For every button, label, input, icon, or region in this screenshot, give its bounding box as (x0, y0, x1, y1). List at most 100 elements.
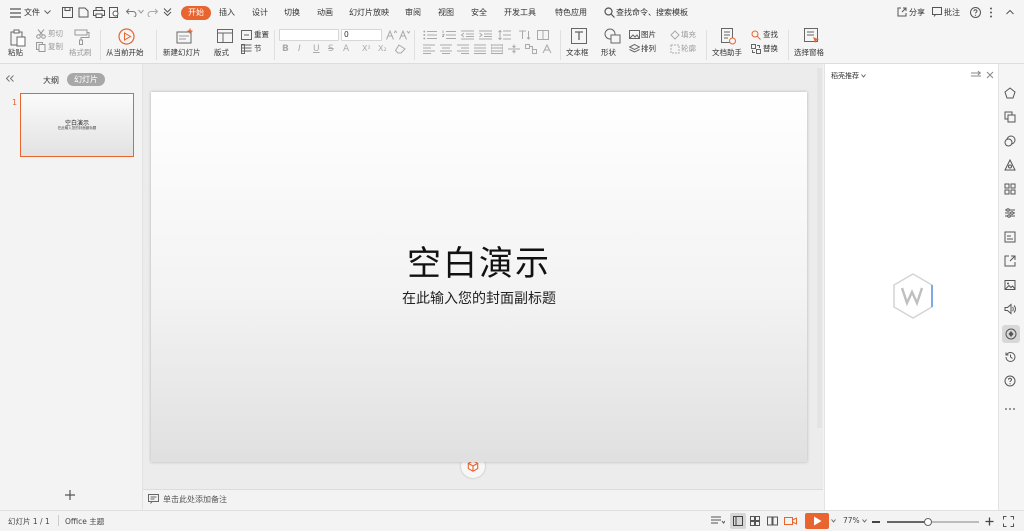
slide-sorter-icon[interactable] (750, 516, 760, 526)
font-size-combo[interactable]: 0 (341, 29, 382, 41)
undo-icon[interactable] (126, 7, 138, 19)
tab-insert[interactable]: 插入 (219, 6, 235, 20)
vertical-scrollbar[interactable] (817, 68, 822, 428)
paste-button[interactable]: 粘贴 (8, 48, 23, 58)
cut-button[interactable]: 剪切 (48, 29, 63, 39)
align-left-icon[interactable] (423, 44, 435, 54)
bold-icon[interactable]: B (282, 44, 289, 54)
doc-assistant-icon[interactable] (721, 28, 736, 45)
print-preview-icon[interactable] (109, 7, 121, 19)
decrease-font-icon[interactable] (399, 30, 410, 40)
help-icon[interactable] (970, 7, 982, 19)
chevron-down-icon[interactable] (862, 519, 867, 523)
underline-icon[interactable]: U (313, 44, 320, 54)
layout-button[interactable]: 版式 (214, 48, 229, 58)
section-icon[interactable] (241, 44, 252, 54)
slide-thumbnail[interactable]: 空白演示 在此输入您的封面副标题 (20, 93, 134, 157)
customize-toolbar-icon[interactable] (163, 7, 175, 19)
audio-icon[interactable] (1004, 303, 1018, 317)
file-menu[interactable]: 文件 (24, 6, 40, 20)
help-icon[interactable] (1004, 375, 1018, 389)
strikethrough-icon[interactable]: S (328, 44, 334, 54)
tab-view[interactable]: 视图 (438, 6, 454, 20)
settings-sliders-icon[interactable] (1004, 207, 1018, 221)
tab-slideshow[interactable]: 幻灯片放映 (349, 6, 389, 20)
camera-icon[interactable] (784, 516, 797, 526)
command-search[interactable]: 查找命令、搜索模板 (616, 6, 688, 20)
tab-review[interactable]: 审阅 (405, 6, 421, 20)
fill-icon[interactable] (670, 30, 680, 40)
tab-developer[interactable]: 开发工具 (504, 6, 536, 20)
collapse-pane-icon[interactable] (6, 75, 14, 82)
decrease-indent-icon[interactable] (461, 30, 474, 40)
text-effect-icon[interactable] (542, 44, 554, 54)
font-name-combo[interactable] (279, 29, 339, 41)
zoom-slider-thumb[interactable] (924, 517, 933, 526)
shape-button[interactable]: 形状 (601, 48, 616, 58)
line-spacing-icon[interactable] (498, 30, 511, 40)
scissors-icon[interactable] (36, 29, 46, 39)
find-icon[interactable] (751, 30, 761, 40)
tab-home[interactable]: 开始 (181, 6, 211, 20)
redo-icon[interactable] (147, 7, 159, 19)
arrange-icon[interactable] (629, 44, 640, 54)
tab-design[interactable]: 设计 (252, 6, 268, 20)
object-property-icon[interactable] (1004, 111, 1018, 125)
doc-assistant-button[interactable]: 文档助手 (712, 48, 742, 58)
zoom-slider[interactable] (887, 517, 979, 526)
close-icon[interactable] (986, 71, 994, 79)
shape-style-icon[interactable] (1004, 87, 1018, 101)
replace-button[interactable]: 替换 (763, 44, 778, 54)
pin-panel-icon[interactable] (971, 71, 981, 79)
smart-art-icon[interactable] (525, 44, 537, 54)
theme-name[interactable]: Office 主题 (65, 516, 104, 527)
fit-window-icon[interactable] (1003, 516, 1014, 527)
tab-security[interactable]: 安全 (471, 6, 487, 20)
hamburger-icon[interactable] (10, 8, 22, 20)
more-options-icon[interactable] (989, 7, 1001, 19)
animation-icon[interactable] (1004, 135, 1018, 149)
selection-pane-button[interactable]: 选择窗格 (794, 48, 824, 58)
play-from-current-button[interactable]: 从当前开始 (106, 48, 144, 58)
image-icon[interactable] (1004, 279, 1018, 293)
outline-button[interactable]: 轮廓 (681, 44, 696, 54)
align-right-icon[interactable] (457, 44, 469, 54)
notes-toggle-icon[interactable] (711, 516, 725, 526)
replace-icon[interactable] (751, 44, 761, 54)
comment-button[interactable]: 批注 (944, 6, 960, 20)
play-slideshow-button[interactable] (805, 513, 829, 529)
tab-slides[interactable]: 幻灯片 (67, 73, 105, 86)
arrange-button[interactable]: 排列 (641, 44, 656, 54)
textbox-icon[interactable] (571, 28, 587, 44)
align-center-icon[interactable] (440, 44, 452, 54)
zoom-in-icon[interactable] (985, 517, 994, 526)
slide-title[interactable]: 空白演示 (151, 236, 807, 285)
tab-transition[interactable]: 切换 (284, 6, 300, 20)
save-icon[interactable] (62, 7, 74, 19)
tab-animation[interactable]: 动画 (317, 6, 333, 20)
docer-recommend-tab[interactable] (1002, 325, 1020, 343)
history-icon[interactable] (1004, 351, 1018, 365)
copy-button[interactable]: 复制 (48, 42, 63, 52)
format-painter-icon[interactable] (74, 29, 90, 45)
tab-outline[interactable]: 大纲 (43, 75, 59, 86)
increase-font-icon[interactable] (386, 30, 397, 40)
subscript-icon[interactable]: X₂ (378, 44, 387, 53)
reset-button[interactable]: 重置 (254, 30, 269, 40)
print-icon[interactable] (93, 7, 105, 19)
chevron-down-icon[interactable] (831, 519, 836, 523)
find-button[interactable]: 查找 (763, 30, 778, 40)
bullet-list-icon[interactable] (423, 30, 437, 40)
justify-icon[interactable] (474, 44, 486, 54)
reset-icon[interactable] (241, 30, 252, 40)
slide-subtitle[interactable]: 在此输入您的封面副标题 (151, 288, 807, 308)
slide[interactable]: 空白演示 在此输入您的封面副标题 (151, 92, 807, 462)
shape-icon[interactable] (604, 28, 621, 44)
more-options-icon[interactable] (1004, 407, 1018, 421)
outline-icon[interactable] (670, 44, 680, 54)
section-button[interactable]: 节 (254, 44, 262, 54)
superscript-icon[interactable]: X² (362, 44, 371, 53)
layout-icon[interactable] (217, 29, 233, 43)
clear-format-icon[interactable] (395, 44, 406, 54)
copy-icon[interactable] (36, 42, 46, 52)
